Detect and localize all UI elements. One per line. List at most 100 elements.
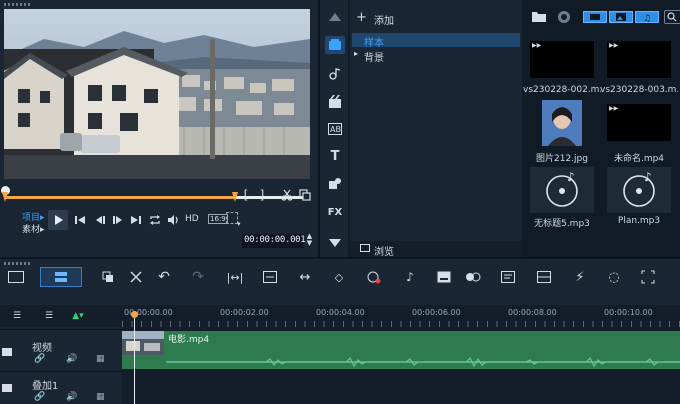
transition-icon[interactable] xyxy=(326,94,344,110)
end-icon[interactable] xyxy=(130,214,142,226)
search-icon[interactable] xyxy=(664,10,680,24)
effects-icon[interactable] xyxy=(464,269,482,285)
add-marker-icon[interactable]: ▲▾ xyxy=(70,311,86,321)
timeline-view-button[interactable] xyxy=(40,267,82,287)
video-badge-icon: ▶▶ xyxy=(609,42,619,49)
media-name: 未命名.mp4 xyxy=(613,154,665,164)
show-audio-toggle[interactable]: ♫ xyxy=(635,11,659,24)
snapshot-icon[interactable] xyxy=(298,188,312,202)
video-thumbnail[interactable]: ▶▶ xyxy=(607,41,671,78)
tools-icon[interactable] xyxy=(128,269,144,285)
previous-frame-icon[interactable] xyxy=(94,214,106,226)
mark-out-button[interactable]: ] xyxy=(256,188,268,202)
hd-toggle[interactable]: HD xyxy=(185,214,199,224)
import-folder-icon[interactable] xyxy=(532,11,546,22)
audio-thumbnail[interactable]: ♪ xyxy=(607,167,671,213)
chapter-icon[interactable]: ☰ xyxy=(42,311,56,321)
media-name: 无标题5.mp3 xyxy=(534,219,590,229)
overlay-track-icon xyxy=(2,384,12,392)
add-folder-label[interactable]: 添加 xyxy=(374,12,394,27)
undo-icon[interactable]: ↶ xyxy=(156,269,172,285)
scroll-down-icon[interactable] xyxy=(328,238,342,248)
motion-icon[interactable]: ⚡ xyxy=(572,269,588,285)
tracking-icon[interactable]: ◌ xyxy=(606,269,622,285)
player-panel: [ ] 项目▸ 素材▸ HD 16:9 ▾ 00:00:00.001 ▲ ▼ xyxy=(0,0,318,257)
ruler-label: 00:00:08.00 xyxy=(508,308,557,317)
repeat-icon[interactable] xyxy=(148,213,162,227)
storyboard-view-icon[interactable] xyxy=(8,271,24,283)
video-thumbnail[interactable]: ▶▶ xyxy=(607,104,671,141)
record-screen-icon[interactable] xyxy=(262,269,278,285)
video-badge-icon: ▶▶ xyxy=(532,42,542,49)
trim-icon[interactable]: ◇ xyxy=(330,269,348,285)
mute-icon[interactable]: 🔊 xyxy=(66,392,77,402)
library-panel: AB T FX + 添加 样本 ▸ 背景 浏览 ♫ ▶▶ vs230228-00… xyxy=(320,0,680,258)
audio-waveform xyxy=(166,357,680,367)
media-grid: ♫ ▶▶ vs230228-002.m... ▶▶ vs230228-003.m… xyxy=(522,0,680,257)
ripple-icon[interactable]: ▦ xyxy=(96,392,105,402)
overlay-track-header[interactable]: 叠加1 🔗 🔊 ▦ xyxy=(0,371,122,404)
timeline-playhead[interactable] xyxy=(134,311,135,404)
crop-icon[interactable] xyxy=(640,269,656,285)
fit-project-icon[interactable]: |↔| xyxy=(226,269,244,285)
graphics-icon[interactable] xyxy=(326,176,344,192)
volume-icon[interactable] xyxy=(166,213,180,227)
scroll-up-icon[interactable] xyxy=(328,12,342,22)
mark-in-button[interactable]: [ xyxy=(240,188,252,202)
clip-mode-label[interactable]: 素材▸ xyxy=(22,222,45,235)
timecode-display[interactable]: 00:00:00.001 xyxy=(242,234,306,248)
timeline-panel: ☰ ☰ ▲▾ 视频 🔗 🔊 ▦ 叠加1 🔗 🔊 ▦ 00:00:00.00 00… xyxy=(0,305,680,404)
show-videos-toggle[interactable] xyxy=(583,11,607,23)
subtitle-icon[interactable] xyxy=(436,269,452,285)
expand-arrow-icon[interactable]: ▸ xyxy=(354,49,358,58)
title-icon[interactable] xyxy=(500,269,516,285)
link-icon[interactable]: 🔗 xyxy=(34,354,45,364)
image-thumbnail[interactable] xyxy=(542,100,582,146)
redo-icon[interactable]: ↷ xyxy=(190,269,206,285)
panel-grip[interactable] xyxy=(4,262,30,265)
add-icon[interactable]: + xyxy=(356,10,367,25)
folder-item-samples[interactable]: 样本 xyxy=(352,33,520,49)
media-name: vs230228-002.m... xyxy=(523,85,601,95)
video-clip[interactable]: 电影.mp4 xyxy=(122,331,680,369)
title-template-icon[interactable]: AB xyxy=(326,121,344,137)
media-library-icon[interactable] xyxy=(325,36,345,54)
media-name: Plan.mp3 xyxy=(617,216,661,226)
copy-icon[interactable] xyxy=(100,269,116,285)
video-thumbnail[interactable]: ▶▶ xyxy=(530,41,594,78)
link-icon[interactable]: 🔗 xyxy=(34,392,45,402)
chevron-down-icon[interactable]: ▾ xyxy=(237,220,241,228)
ruler-label: 00:00:10.00 xyxy=(604,308,653,317)
show-photos-toggle[interactable] xyxy=(609,11,633,23)
aspect-ratio-button[interactable]: 16:9 xyxy=(208,214,228,224)
video-track-header[interactable]: 视频 🔗 🔊 ▦ xyxy=(0,329,122,369)
ruler-label: 00:00:04.00 xyxy=(316,308,365,317)
folder-item-backgrounds[interactable]: ▸ 背景 xyxy=(352,48,520,64)
play-button[interactable] xyxy=(48,210,68,230)
browse-bar[interactable]: 浏览 xyxy=(350,241,540,258)
svg-text:♪: ♪ xyxy=(644,170,652,184)
text-icon[interactable]: T xyxy=(326,148,344,164)
multi-view-icon[interactable] xyxy=(536,269,552,285)
home-icon[interactable] xyxy=(74,214,86,226)
ripple-icon[interactable]: ▦ xyxy=(96,354,105,364)
instant-project-icon[interactable] xyxy=(326,66,344,82)
panel-grip[interactable] xyxy=(4,3,30,6)
scissors-icon[interactable] xyxy=(280,188,294,202)
record-capture-icon[interactable] xyxy=(558,11,570,23)
audio-thumbnail[interactable]: ♪ xyxy=(530,167,594,213)
playhead-marker[interactable] xyxy=(131,311,138,318)
record-voiceover-icon[interactable] xyxy=(366,269,382,285)
video-track-icon xyxy=(2,348,12,356)
library-folder-tree: + 添加 样本 ▸ 背景 浏览 xyxy=(350,0,544,258)
timecode-stepper[interactable]: ▲ ▼ xyxy=(305,233,314,249)
filter-fx-icon[interactable]: FX xyxy=(324,204,346,220)
audio-mix-icon[interactable]: ♪ xyxy=(402,269,418,285)
track-manager-icon[interactable]: ☰ xyxy=(10,311,24,321)
track-name: 视频 xyxy=(32,343,52,354)
next-frame-icon[interactable] xyxy=(112,214,124,226)
time-ruler[interactable]: 00:00:00.00 00:00:02.00 00:00:04.00 00:0… xyxy=(122,305,680,327)
mute-icon[interactable]: 🔊 xyxy=(66,354,77,364)
svg-text:AB: AB xyxy=(330,125,341,134)
split-track-icon[interactable]: ↔ xyxy=(296,269,314,285)
